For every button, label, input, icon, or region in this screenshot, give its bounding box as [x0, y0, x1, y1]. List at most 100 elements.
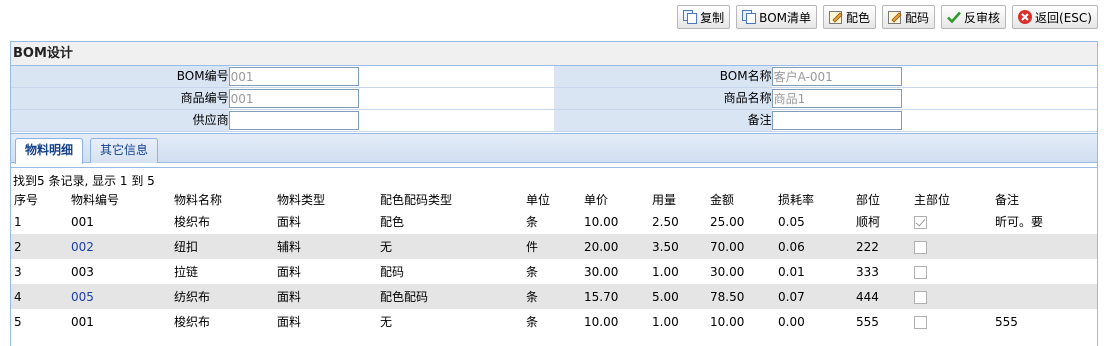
cell-no: 5	[11, 309, 68, 334]
cell-kind: 无	[377, 309, 523, 334]
cell-qty: 1.00	[649, 259, 707, 284]
column-header[interactable]: 用量	[649, 189, 707, 209]
size-match-button-label: 配码	[905, 10, 930, 25]
cell-name: 拉链	[171, 259, 274, 284]
column-header[interactable]: 损耗率	[775, 189, 853, 209]
table-row[interactable]: 5 001 梭织布 面料无条 10.00 1.00 10.00 0.00 555 555	[11, 309, 1097, 334]
column-header[interactable]: 配色配码类型	[377, 189, 523, 209]
unapprove-button[interactable]: 反审核	[941, 5, 1007, 29]
tab-material-detail[interactable]: 物料明细	[15, 138, 84, 164]
cell-amount: 78.50	[707, 284, 775, 309]
table-row[interactable]: 4 005 纺织布 面料 配色配码条 15.70 5.00 78.50 0.07 444	[11, 284, 1097, 309]
cell-price: 15.70	[581, 284, 649, 309]
main-part-checkbox[interactable]	[914, 215, 927, 229]
cell-qty: 2.50	[649, 209, 707, 234]
product-name-input[interactable]	[771, 89, 902, 108]
edit-icon	[887, 9, 903, 25]
cell-code: 001	[68, 309, 171, 334]
table-row[interactable]: 3 003 拉链 面料 配码条 30.00 1.00 30.00 0.01 333	[11, 259, 1097, 284]
copy-icon	[741, 9, 757, 25]
cell-main-part	[911, 309, 992, 334]
cell-main-part	[911, 209, 992, 234]
bom-design-panel: BOM设计 BOM编号 BOM名称 商品编号 商品名称 供应商 备注 物料明细 …	[10, 41, 1098, 346]
close-icon	[1017, 9, 1033, 25]
cell-code: 001	[68, 209, 171, 234]
cell-loss: 0.05	[775, 209, 853, 234]
return-button-label: 返回(ESC)	[1035, 10, 1092, 25]
table-row[interactable]: 1 001 梭织布 面料 配色条 10.00 2.50 25.00 0.05 顺柯 昕可。要	[11, 209, 1097, 234]
column-header[interactable]: 主部位	[911, 189, 992, 209]
cell-main-part	[911, 259, 992, 284]
cell-kind: 无	[377, 234, 523, 259]
main-part-checkbox[interactable]	[914, 265, 927, 279]
cell-amount: 10.00	[707, 309, 775, 334]
cell-remark	[992, 234, 1097, 259]
bom-list-button-label: BOM清单	[759, 10, 811, 25]
cell-remark	[992, 284, 1097, 309]
remark-input[interactable]	[771, 111, 902, 130]
cell-loss: 0.06	[775, 234, 853, 259]
cell-unit: 条	[523, 309, 581, 334]
unapprove-button-label: 反审核	[964, 10, 1001, 25]
cell-no: 3	[11, 259, 68, 284]
tab-other-info[interactable]: 其它信息	[90, 138, 159, 163]
product-name-label: 商品名称	[554, 88, 772, 109]
bom-list-button[interactable]: BOM清单	[736, 5, 817, 29]
cell-kind: 配色	[377, 209, 523, 234]
main-part-checkbox[interactable]	[914, 240, 927, 254]
cell-remark: 555	[992, 309, 1097, 334]
cell-qty: 5.00	[649, 284, 707, 309]
cell-main-part	[911, 234, 992, 259]
cell-amount: 30.00	[707, 259, 775, 284]
supplier-label: 供应商	[11, 110, 229, 131]
cell-part: 顺柯	[853, 209, 911, 234]
cell-no: 1	[11, 209, 68, 234]
color-match-button[interactable]: 配色	[823, 5, 877, 29]
cell-price: 10.00	[581, 209, 649, 234]
cell-unit: 件	[523, 234, 581, 259]
toolbar: 复制 BOM清单 配色 配码 反审核 返回(ESC)	[677, 5, 1098, 29]
column-header[interactable]: 金额	[707, 189, 775, 209]
cell-code: 003	[68, 259, 171, 284]
record-count: 找到5 条记录, 显示 1 到 5	[13, 174, 155, 188]
bom-code-input[interactable]	[228, 67, 359, 86]
column-header[interactable]: 备注	[992, 189, 1097, 209]
cell-remark: 昕可。要	[992, 209, 1097, 234]
column-header[interactable]: 单位	[523, 189, 581, 209]
cell-type: 面料	[274, 284, 377, 309]
size-match-button[interactable]: 配码	[882, 5, 936, 29]
main-part-checkbox[interactable]	[914, 315, 927, 329]
column-header[interactable]: 部位	[853, 189, 911, 209]
cell-name: 纽扣	[171, 234, 274, 259]
cell-name: 纺织布	[171, 284, 274, 309]
column-header[interactable]: 序号	[11, 189, 68, 209]
copy-button[interactable]: 复制	[677, 5, 731, 29]
cell-part: 555	[853, 309, 911, 334]
column-header[interactable]: 单价	[581, 189, 649, 209]
cell-part: 333	[853, 259, 911, 284]
table-row[interactable]: 2 002 纽扣 辅料无件 20.00 3.50 70.00 0.06 222	[11, 234, 1097, 259]
supplier-input[interactable]	[228, 111, 359, 130]
cell-qty: 1.00	[649, 309, 707, 334]
column-header[interactable]: 物料类型	[274, 189, 377, 209]
column-header[interactable]: 物料编号	[68, 189, 171, 209]
cell-type: 辅料	[274, 234, 377, 259]
product-code-input[interactable]	[228, 89, 359, 108]
return-button[interactable]: 返回(ESC)	[1012, 5, 1098, 29]
cell-type: 面料	[274, 309, 377, 334]
table-header: 序号 物料编号 物料名称 物料类型 配色配码类型 单位 单价 用量 金额 损耗率…	[11, 189, 1097, 209]
column-header[interactable]: 物料名称	[171, 189, 274, 209]
cell-name: 梭织布	[171, 309, 274, 334]
cell-loss: 0.01	[775, 259, 853, 284]
cell-amount: 70.00	[707, 234, 775, 259]
cell-kind: 配码	[377, 259, 523, 284]
panel-title: BOM设计	[11, 42, 1097, 66]
table-body: 1 001 梭织布 面料 配色条 10.00 2.50 25.00 0.05 顺柯 昕可。要 2 002…	[11, 209, 1097, 334]
cell-kind: 配色配码	[377, 284, 523, 309]
copy-button-label: 复制	[700, 10, 725, 25]
remark-label: 备注	[554, 110, 772, 131]
main-part-checkbox[interactable]	[914, 290, 927, 304]
cell-unit: 条	[523, 259, 581, 284]
cell-remark	[992, 259, 1097, 284]
bom-name-input[interactable]	[771, 67, 902, 86]
